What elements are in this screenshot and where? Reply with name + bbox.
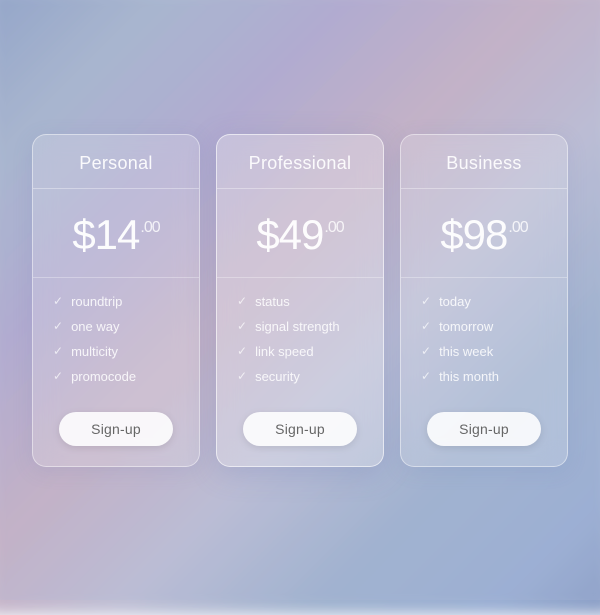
plan-features-personal: ✓ roundtrip ✓ one way ✓ multicity ✓ promocode <box>33 278 199 400</box>
feature-label: promocode <box>71 369 136 384</box>
feature-label: today <box>439 294 471 309</box>
plan-price-cents-personal: .00 <box>140 219 159 237</box>
signup-section-professional: Sign-up <box>217 400 383 466</box>
plan-price-section-business: $98.00 <box>401 189 567 278</box>
list-item: ✓ link speed <box>237 344 363 359</box>
feature-label: tomorrow <box>439 319 493 334</box>
check-icon: ✓ <box>237 369 247 383</box>
feature-label: status <box>255 294 290 309</box>
plan-price-cents-business: .00 <box>508 219 527 237</box>
plan-card-business: Business$98.00✓today✓tomorrow✓this week✓… <box>400 134 568 467</box>
plan-header-business: Business <box>401 135 567 189</box>
signup-section-personal: Sign-up <box>33 400 199 466</box>
plan-features-business: ✓ today ✓ tomorrow ✓ this week ✓ this month <box>401 278 567 400</box>
check-icon: ✓ <box>421 294 431 308</box>
list-item: ✓ security <box>237 369 363 384</box>
plan-title-professional: Professional <box>217 153 383 174</box>
plan-price-personal: $14.00 <box>72 211 159 259</box>
plan-header-personal: Personal <box>33 135 199 189</box>
plan-price-section-professional: $49.00 <box>217 189 383 278</box>
signup-button-personal[interactable]: Sign-up <box>59 412 173 446</box>
plan-title-personal: Personal <box>33 153 199 174</box>
list-item: ✓ tomorrow <box>421 319 547 334</box>
list-item: ✓ roundtrip <box>53 294 179 309</box>
plan-price-professional: $49.00 <box>256 211 343 259</box>
check-icon: ✓ <box>421 319 431 333</box>
check-icon: ✓ <box>53 319 63 333</box>
list-item: ✓ promocode <box>53 369 179 384</box>
list-item: ✓ multicity <box>53 344 179 359</box>
list-item: ✓ today <box>421 294 547 309</box>
check-icon: ✓ <box>421 369 431 383</box>
plan-header-professional: Professional <box>217 135 383 189</box>
plan-title-business: Business <box>401 153 567 174</box>
pricing-container: Personal $14.00 ✓ roundtrip ✓ one way ✓ multici… <box>12 104 588 497</box>
plan-price-cents-professional: .00 <box>324 219 343 237</box>
check-icon: ✓ <box>421 344 431 358</box>
feature-label: this month <box>439 369 499 384</box>
feature-label: link speed <box>255 344 314 359</box>
signup-button-business[interactable]: Sign-up <box>427 412 541 446</box>
check-icon: ✓ <box>237 319 247 333</box>
check-icon: ✓ <box>53 344 63 358</box>
plan-features-professional: ✓ status ✓ signal strength ✓ link speed ✓ secur… <box>217 278 383 400</box>
check-icon: ✓ <box>237 344 247 358</box>
plan-price-section-personal: $14.00 <box>33 189 199 278</box>
list-item: ✓ signal strength <box>237 319 363 334</box>
plan-price-business: $98.00 <box>440 211 527 259</box>
feature-label: security <box>255 369 300 384</box>
list-item: ✓ status <box>237 294 363 309</box>
list-item: ✓ this month <box>421 369 547 384</box>
feature-label: this week <box>439 344 493 359</box>
list-item: ✓ one way <box>53 319 179 334</box>
check-icon: ✓ <box>53 294 63 308</box>
feature-label: signal strength <box>255 319 340 334</box>
signup-section-business: Sign-up <box>401 400 567 466</box>
feature-label: multicity <box>71 344 118 359</box>
check-icon: ✓ <box>237 294 247 308</box>
feature-label: one way <box>71 319 119 334</box>
plan-card-personal: Personal $14.00 ✓ roundtrip ✓ one way ✓ multici… <box>32 134 200 467</box>
plan-card-professional: Professional $49.00 ✓ status ✓ signal strengt… <box>216 134 384 467</box>
signup-button-professional[interactable]: Sign-up <box>243 412 357 446</box>
list-item: ✓ this week <box>421 344 547 359</box>
check-icon: ✓ <box>53 369 63 383</box>
feature-label: roundtrip <box>71 294 122 309</box>
